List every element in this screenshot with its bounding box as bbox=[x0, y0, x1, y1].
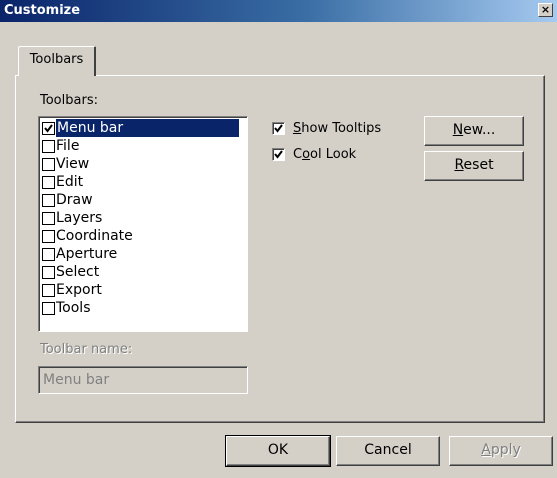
list-item-label: Menu bar bbox=[56, 119, 239, 137]
list-item-menu-bar[interactable]: Menu bar bbox=[42, 119, 247, 137]
checkbox-layers[interactable] bbox=[42, 211, 55, 225]
apply-button[interactable]: Apply bbox=[449, 436, 553, 466]
cancel-button[interactable]: Cancel bbox=[336, 436, 440, 466]
show-tooltips-option[interactable]: Show Tooltips bbox=[272, 121, 381, 136]
list-item-label: Layers bbox=[56, 210, 103, 226]
checkbox-draw[interactable] bbox=[42, 193, 55, 207]
reset-button[interactable]: Reset bbox=[424, 151, 524, 181]
window-title: Customize bbox=[4, 3, 81, 18]
close-button[interactable]: × bbox=[538, 3, 553, 17]
list-item-aperture[interactable]: Aperture bbox=[42, 245, 247, 263]
cancel-button-label: Cancel bbox=[364, 442, 412, 458]
apply-button-label: Apply bbox=[481, 442, 521, 458]
close-icon: × bbox=[540, 3, 551, 16]
list-item-export[interactable]: Export bbox=[42, 281, 247, 299]
list-item-layers[interactable]: Layers bbox=[42, 209, 247, 227]
list-item-label: Coordinate bbox=[56, 228, 133, 244]
checkbox-file[interactable] bbox=[42, 139, 55, 153]
list-item-label: Aperture bbox=[56, 246, 118, 262]
list-item-draw[interactable]: Draw bbox=[42, 191, 247, 209]
title-bar: Customize × bbox=[0, 0, 557, 22]
list-item-coordinate[interactable]: Coordinate bbox=[42, 227, 247, 245]
show-tooltips-label: Show Tooltips bbox=[293, 121, 382, 136]
tab-toolbars[interactable]: Toolbars bbox=[18, 46, 96, 76]
tab-toolbars-label: Toolbars bbox=[29, 52, 84, 67]
new-button[interactable]: New... bbox=[424, 116, 524, 146]
cool-look-checkbox[interactable] bbox=[272, 148, 285, 161]
toolbars-label: Toolbars: bbox=[40, 93, 98, 108]
list-item-label: Select bbox=[56, 264, 100, 280]
toolbar-name-value: Menu bar bbox=[43, 372, 110, 388]
checkbox-select[interactable] bbox=[42, 265, 55, 279]
checkbox-view[interactable] bbox=[42, 157, 55, 171]
list-item-label: Export bbox=[56, 282, 102, 298]
checkbox-coordinate[interactable] bbox=[42, 229, 55, 243]
list-item-label: Draw bbox=[56, 192, 93, 208]
list-item-tools[interactable]: Tools bbox=[42, 299, 247, 317]
checkmark-icon bbox=[44, 123, 53, 133]
checkbox-menu-bar[interactable] bbox=[42, 121, 55, 135]
checkmark-icon bbox=[274, 124, 283, 133]
show-tooltips-checkbox[interactable] bbox=[272, 122, 285, 135]
list-item-label: View bbox=[56, 156, 90, 172]
cool-look-label: Cool Look bbox=[293, 147, 357, 162]
ok-button[interactable]: OK bbox=[225, 435, 331, 467]
checkbox-tools[interactable] bbox=[42, 301, 55, 315]
checkbox-export[interactable] bbox=[42, 283, 55, 297]
checkbox-aperture[interactable] bbox=[42, 247, 55, 261]
toolbar-name-field[interactable]: Menu bar bbox=[38, 366, 248, 394]
toolbar-name-label: Toolbar name: bbox=[40, 342, 133, 357]
toolbars-listbox[interactable]: Menu bar File View Edit Draw Layers Coor… bbox=[38, 116, 248, 332]
list-item-select[interactable]: Select bbox=[42, 263, 247, 281]
checkmark-icon bbox=[274, 150, 283, 159]
list-item-label: File bbox=[56, 138, 80, 154]
new-button-label: New... bbox=[452, 122, 496, 138]
list-item-file[interactable]: File bbox=[42, 137, 247, 155]
checkbox-edit[interactable] bbox=[42, 175, 55, 189]
list-item-edit[interactable]: Edit bbox=[42, 173, 247, 191]
cool-look-option[interactable]: Cool Look bbox=[272, 147, 356, 162]
reset-button-label: Reset bbox=[454, 157, 494, 173]
list-item-label: Edit bbox=[56, 174, 84, 190]
ok-button-label: OK bbox=[267, 442, 289, 458]
list-item-label: Tools bbox=[56, 300, 91, 316]
list-item-view[interactable]: View bbox=[42, 155, 247, 173]
